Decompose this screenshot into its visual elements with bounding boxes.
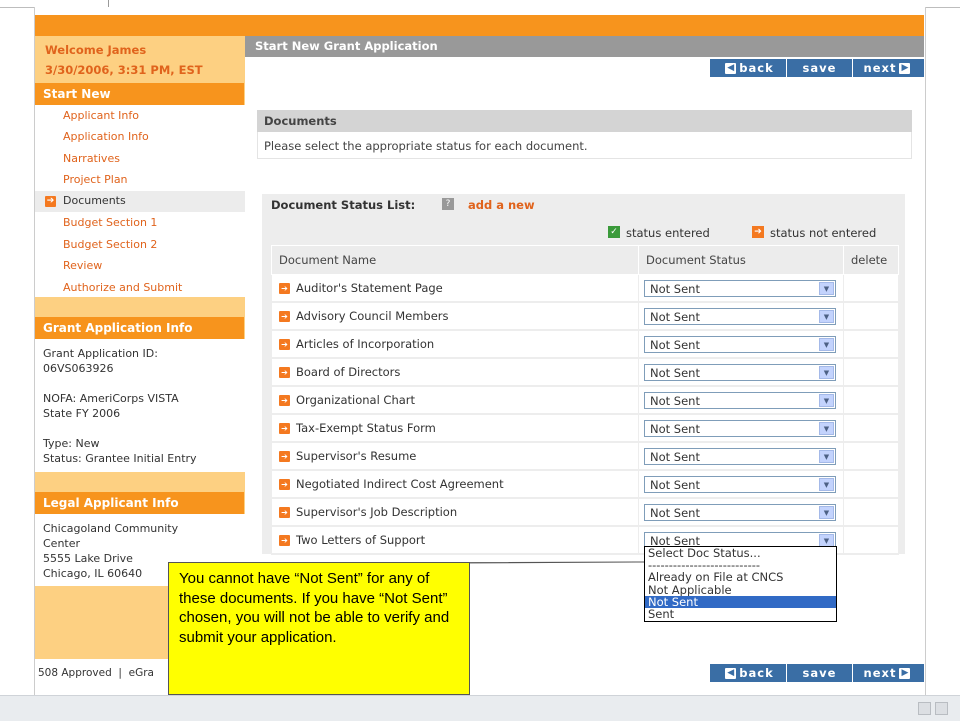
back-button-bottom[interactable]: ◀ back — [710, 664, 786, 682]
back-button-label: back — [739, 666, 774, 680]
warning-callout: You cannot have “Not Sent” for any of th… — [168, 562, 470, 695]
next-button-label: next — [863, 666, 897, 680]
bottom-button-bar: ◀ back save next ▶ — [710, 664, 924, 682]
window-control[interactable] — [918, 702, 931, 715]
callout-pointer — [384, 561, 645, 564]
window-bottom-strip — [0, 695, 960, 721]
next-arrow-icon: ▶ — [899, 668, 911, 679]
back-arrow-icon: ◀ — [725, 668, 737, 679]
window-control[interactable] — [935, 702, 948, 715]
save-button-bottom[interactable]: save — [787, 664, 852, 682]
next-button-bottom[interactable]: next ▶ — [853, 664, 924, 682]
